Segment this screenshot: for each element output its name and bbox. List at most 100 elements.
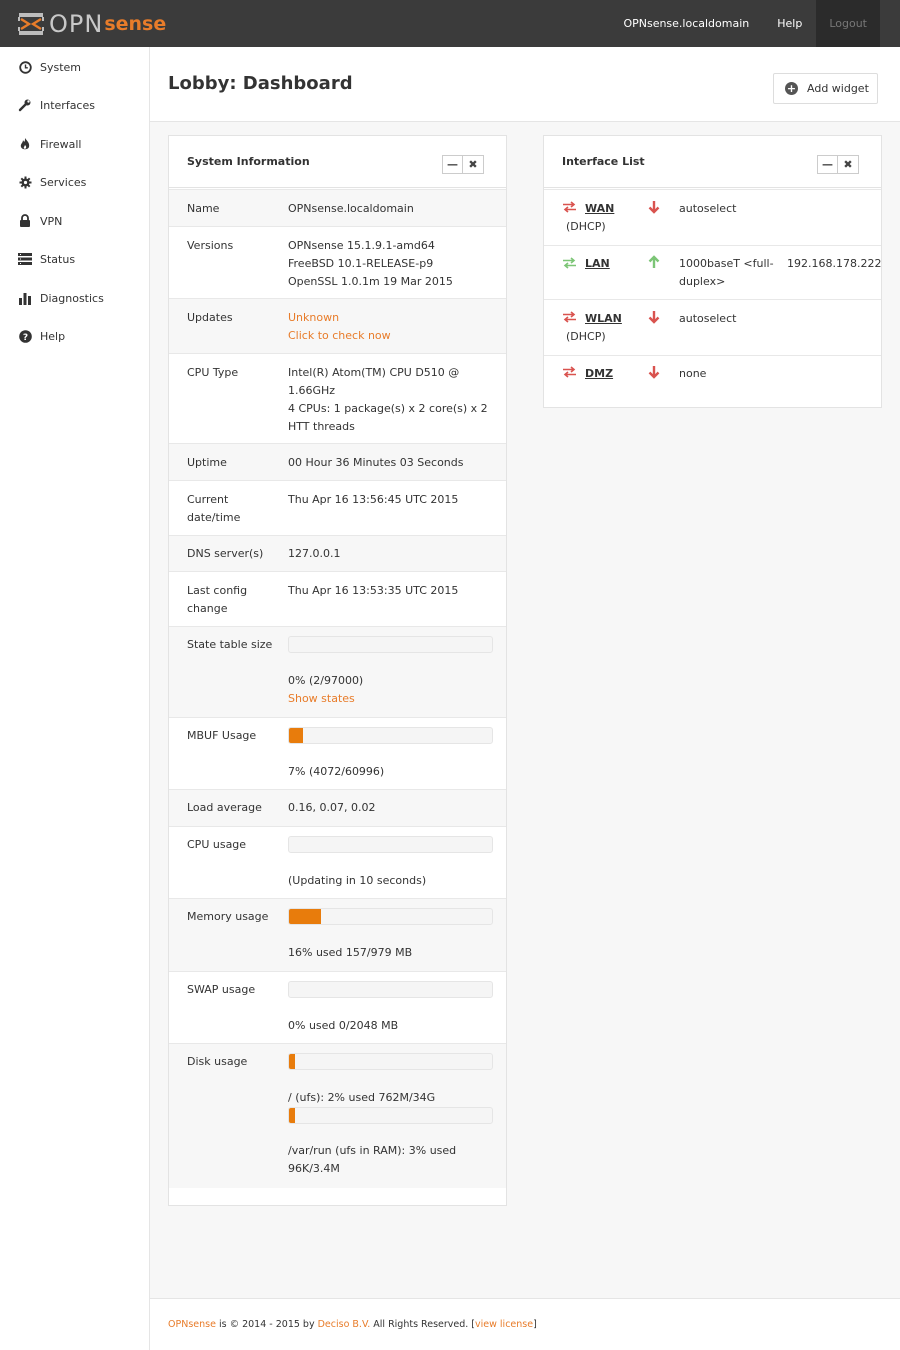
logo-text-sense: sense xyxy=(104,13,167,35)
top-nav-links: OPNsense.localdomain Help Logout xyxy=(609,0,880,47)
progress-fill xyxy=(289,1108,296,1123)
interface-list-widget: Interface List — ✖ WAN (DHCP) autoselect… xyxy=(543,135,882,408)
minus-icon: — xyxy=(822,158,833,171)
interface-link-wan[interactable]: WAN xyxy=(585,200,614,218)
table-row: Memory usage 16% used 157/979 MB xyxy=(169,898,506,971)
close-icon: ✖ xyxy=(843,158,853,171)
row-label: SWAP usage xyxy=(187,983,256,996)
row-value: 0% used 0/2048 MB xyxy=(288,1019,399,1032)
interface-row-dmz: DMZ none xyxy=(544,355,881,408)
nav-logout-link[interactable]: Logout xyxy=(816,0,880,47)
minimize-widget-button[interactable]: — xyxy=(442,155,463,174)
close-widget-button[interactable]: ✖ xyxy=(838,155,859,174)
row-value: (Updating in 10 seconds) xyxy=(288,874,427,887)
sidebar-item-label: VPN xyxy=(40,214,63,228)
sidebar-item-diagnostics[interactable]: Diagnostics xyxy=(0,279,149,317)
cpu-line: HTT threads xyxy=(288,420,355,433)
nav-hostname-link[interactable]: OPNsense.localdomain xyxy=(609,0,763,47)
logo-text-opn: OPN xyxy=(49,10,104,38)
row-label: Current date/time xyxy=(187,491,240,527)
row-value: 127.0.0.1 xyxy=(288,547,341,560)
disk-varrun-line: 96K/3.4M xyxy=(288,1162,340,1175)
progress-fill xyxy=(289,909,322,924)
widget-title: Interface List xyxy=(562,155,645,168)
wrench-icon xyxy=(18,98,32,112)
page-footer: OPNsense is © 2014 - 2015 by Deciso B.V.… xyxy=(150,1298,900,1350)
sidebar-item-services[interactable]: Services xyxy=(0,163,149,201)
row-value: Unknown Click to check now xyxy=(288,309,391,345)
sidebar-item-interfaces[interactable]: Interfaces xyxy=(0,86,149,124)
progress-fill xyxy=(289,1054,296,1069)
interface-link-wlan[interactable]: WLAN xyxy=(585,310,622,328)
sidebar-item-firewall[interactable]: Firewall xyxy=(0,125,149,163)
footer-license-link[interactable]: view license xyxy=(475,1319,533,1330)
row-label: Name xyxy=(187,202,220,215)
interface-sub: (DHCP) xyxy=(566,330,606,343)
svg-text:?: ? xyxy=(22,333,27,343)
check-updates-link[interactable]: Click to check now xyxy=(288,327,391,345)
show-states-link[interactable]: Show states xyxy=(288,690,355,708)
sidebar-item-help[interactable]: ? Help xyxy=(0,317,149,355)
footer-brand-link[interactable]: OPNsense xyxy=(168,1319,216,1330)
disk-root-text: / (ufs): 2% used 762M/34G xyxy=(288,1091,436,1104)
row-label: Last config change xyxy=(187,582,247,618)
widget-header: Interface List — ✖ xyxy=(544,136,881,188)
sidebar-item-label: Status xyxy=(40,252,76,266)
table-row: Uptime 00 Hour 36 Minutes 03 Seconds xyxy=(169,443,506,480)
disk-root-progress xyxy=(288,1053,493,1070)
version-openssl: OpenSSL 1.0.1m 19 Mar 2015 xyxy=(288,275,453,288)
disk-varrun-line: /var/run (ufs in RAM): 3% used xyxy=(288,1144,457,1157)
interface-media: 1000baseT <full- duplex> xyxy=(679,255,774,291)
row-label: Load average xyxy=(187,801,262,814)
logo-mark-icon xyxy=(18,13,44,35)
bar-chart-icon xyxy=(18,291,32,305)
label-line: date/time xyxy=(187,511,241,524)
close-icon: ✖ xyxy=(468,158,478,171)
sidebar: System Interfaces Firewall Services VPN … xyxy=(0,47,150,1350)
version-opnsense: OPNsense 15.1.9.1-amd64 xyxy=(288,239,435,252)
arrow-down-icon xyxy=(648,201,660,214)
mbuf-progress xyxy=(288,727,493,744)
question-icon: ? xyxy=(18,329,32,343)
sidebar-item-system[interactable]: System xyxy=(0,48,149,86)
lock-icon xyxy=(18,214,32,228)
sidebar-item-status[interactable]: Status xyxy=(0,240,149,278)
page-header: Lobby: Dashboard + Add widget xyxy=(150,47,900,122)
row-value: Thu Apr 16 13:56:45 UTC 2015 xyxy=(288,493,459,506)
table-row: CPU usage (Updating in 10 seconds) xyxy=(169,826,506,898)
row-label: Memory usage xyxy=(187,910,269,923)
row-label: CPU Type xyxy=(187,366,239,379)
interface-link-dmz[interactable]: DMZ xyxy=(585,365,613,383)
system-information-widget: System Information — ✖ Name OPNsense.loc… xyxy=(168,135,507,1206)
close-widget-button[interactable]: ✖ xyxy=(463,155,484,174)
sidebar-item-label: Diagnostics xyxy=(40,291,104,305)
nav-help-link[interactable]: Help xyxy=(763,0,816,47)
update-status: Unknown xyxy=(288,311,340,324)
add-widget-button[interactable]: + Add widget xyxy=(773,73,878,104)
widget-header: System Information — ✖ xyxy=(169,136,506,188)
table-row: Disk usage / (ufs): 2% used 762M/34G /va… xyxy=(169,1043,506,1188)
table-row: Name OPNsense.localdomain xyxy=(169,189,506,226)
minus-icon: — xyxy=(447,158,458,171)
cpu-usage-progress xyxy=(288,836,493,853)
minimize-widget-button[interactable]: — xyxy=(817,155,838,174)
sidebar-item-label: Services xyxy=(40,175,87,189)
row-value: OPNsense.localdomain xyxy=(288,202,414,215)
network-transfer-icon xyxy=(563,366,576,378)
arrow-down-icon xyxy=(648,311,660,324)
table-row: Load average 0.16, 0.07, 0.02 xyxy=(169,789,506,826)
footer-copyright: OPNsense is © 2014 - 2015 by Deciso B.V.… xyxy=(168,1319,537,1330)
clock-icon xyxy=(18,60,32,74)
fire-icon xyxy=(18,137,32,151)
row-value: Intel(R) Atom(TM) CPU D510 @ 1.66GHz 4 C… xyxy=(288,364,488,436)
opnsense-logo[interactable]: OPN sense xyxy=(17,10,166,38)
arrow-up-icon xyxy=(648,255,660,268)
row-value: Thu Apr 16 13:53:35 UTC 2015 xyxy=(288,584,459,597)
interface-link-lan[interactable]: LAN xyxy=(585,255,610,273)
sidebar-item-label: Interfaces xyxy=(40,98,95,112)
row-value: 0% (2/97000) xyxy=(288,674,364,687)
table-row: State table size 0% (2/97000) Show state… xyxy=(169,626,506,717)
footer-company-link[interactable]: Deciso B.V. xyxy=(318,1319,371,1330)
sidebar-item-vpn[interactable]: VPN xyxy=(0,202,149,240)
interface-row-wlan: WLAN (DHCP) autoselect xyxy=(544,299,881,355)
